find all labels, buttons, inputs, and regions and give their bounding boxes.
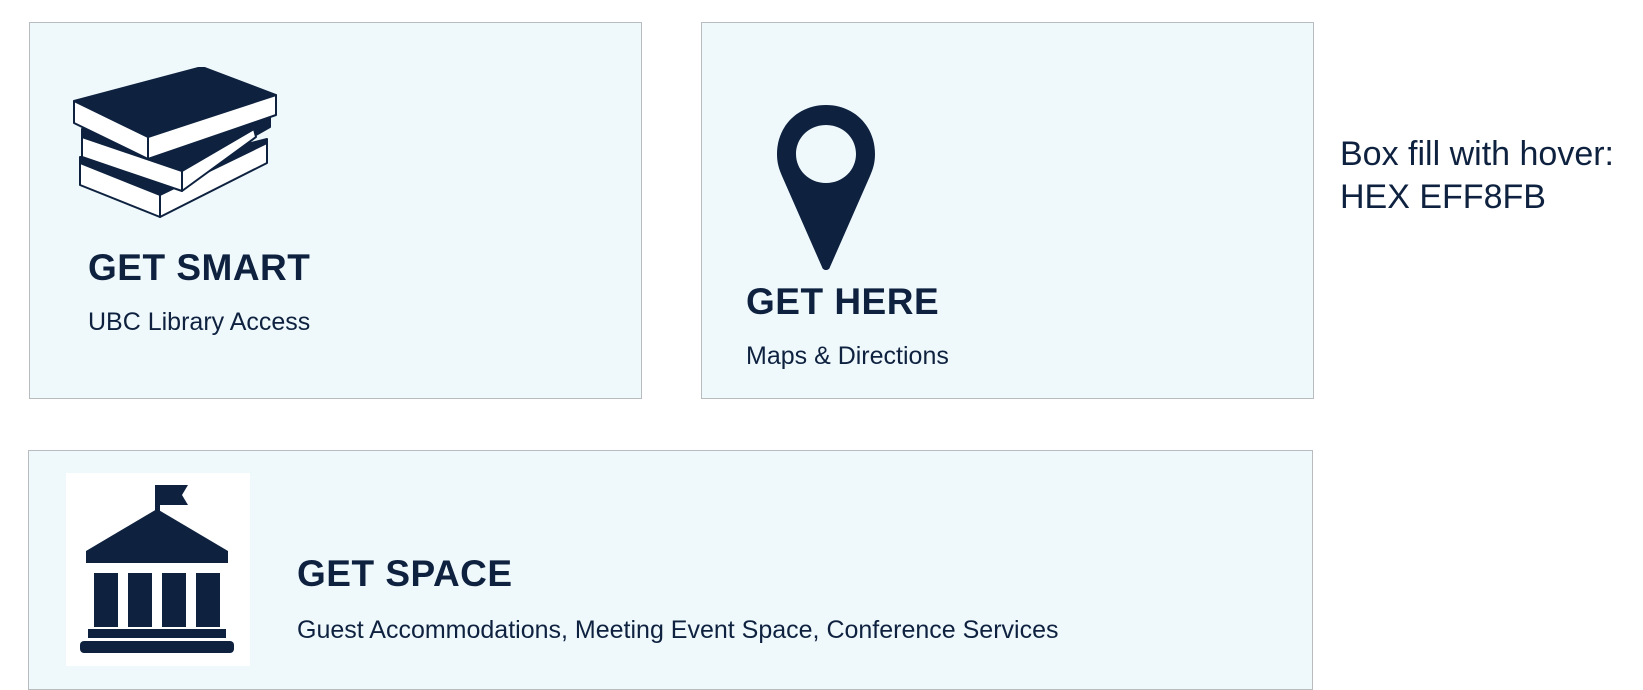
annotation-note: Box fill with hover: HEX EFF8FB — [1340, 133, 1614, 219]
get-smart-card[interactable]: GET SMART UBC Library Access — [29, 22, 642, 399]
building-icon — [80, 485, 234, 653]
card-title: GET SMART — [88, 247, 311, 288]
note-line-1: Box fill with hover: — [1340, 135, 1614, 173]
books-icon — [73, 67, 277, 218]
get-space-card[interactable]: GET SPACE Guest Accommodations, Meeting … — [28, 450, 1313, 690]
card-title: GET HERE — [746, 281, 940, 322]
card-subtitle: UBC Library Access — [88, 308, 311, 336]
note-line-2: HEX EFF8FB — [1340, 178, 1546, 216]
map-pin-icon — [777, 105, 875, 270]
card-title: GET SPACE — [297, 553, 513, 594]
card-subtitle: Maps & Directions — [746, 342, 949, 370]
card-subtitle: Guest Accommodations, Meeting Event Spac… — [297, 616, 1059, 644]
icon-frame — [66, 473, 250, 666]
get-here-card[interactable]: GET HERE Maps & Directions — [701, 22, 1314, 399]
